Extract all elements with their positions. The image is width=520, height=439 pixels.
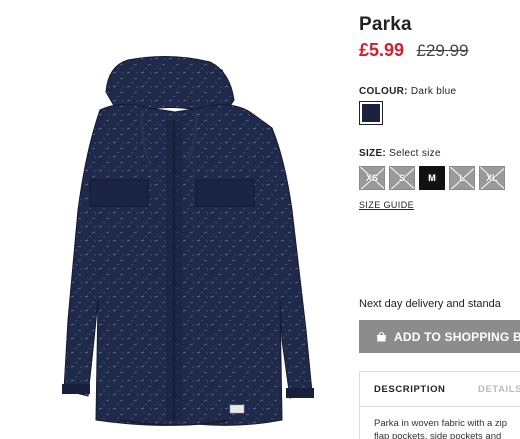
size-option-label: M bbox=[428, 173, 436, 183]
delivery-info: Next day delivery and standa bbox=[359, 298, 501, 310]
size-option-s[interactable]: S bbox=[389, 166, 415, 190]
price-row: £5.99 £29.99 bbox=[359, 40, 469, 61]
swatch-fill bbox=[362, 104, 380, 122]
size-option-l[interactable]: L bbox=[449, 166, 475, 190]
size-guide-link[interactable]: SIZE GUIDE bbox=[359, 200, 414, 210]
original-price: £29.99 bbox=[416, 41, 469, 60]
product-tabs: DESCRIPTION DETAILS Parka in woven fabri… bbox=[359, 371, 520, 439]
size-value: Select size bbox=[389, 148, 441, 159]
size-option-m[interactable]: M bbox=[419, 166, 445, 190]
product-title: Parka bbox=[359, 14, 412, 35]
colour-value: Dark blue bbox=[410, 86, 457, 97]
size-option-xs[interactable]: XS bbox=[359, 166, 385, 190]
add-to-bag-button[interactable]: ADD TO SHOPPING B bbox=[359, 320, 520, 353]
description-text: Parka in woven fabric with a zip flap po… bbox=[374, 417, 520, 439]
product-info-panel: Parka £5.99 £29.99 COLOUR: Dark blue SIZ… bbox=[359, 0, 520, 439]
tab-details[interactable]: DETAILS bbox=[478, 384, 520, 395]
tab-bar: DESCRIPTION DETAILS bbox=[360, 372, 520, 407]
size-options: XS S M L XL bbox=[359, 166, 505, 190]
tab-description[interactable]: DESCRIPTION bbox=[374, 384, 446, 395]
colour-swatch-dark-blue[interactable] bbox=[359, 101, 383, 125]
sale-price: £5.99 bbox=[359, 40, 405, 60]
size-option-label: L bbox=[459, 173, 465, 183]
size-option-label: XS bbox=[365, 173, 378, 183]
colour-heading: COLOUR: bbox=[359, 86, 408, 97]
description-line: Parka in woven fabric with a zip bbox=[374, 418, 508, 429]
product-image[interactable] bbox=[0, 0, 345, 439]
parka-photo bbox=[62, 55, 314, 426]
size-heading: SIZE: bbox=[359, 148, 387, 159]
add-to-bag-label: ADD TO SHOPPING B bbox=[394, 329, 520, 344]
colour-label: COLOUR: Dark blue bbox=[359, 86, 456, 97]
size-option-label: XL bbox=[486, 173, 498, 183]
size-label: SIZE: Select size bbox=[359, 148, 441, 159]
description-line: flap pockets, side pockets and bbox=[374, 431, 502, 439]
shopping-bag-icon bbox=[377, 332, 386, 342]
size-option-xl[interactable]: XL bbox=[479, 166, 505, 190]
size-option-label: S bbox=[398, 173, 405, 183]
